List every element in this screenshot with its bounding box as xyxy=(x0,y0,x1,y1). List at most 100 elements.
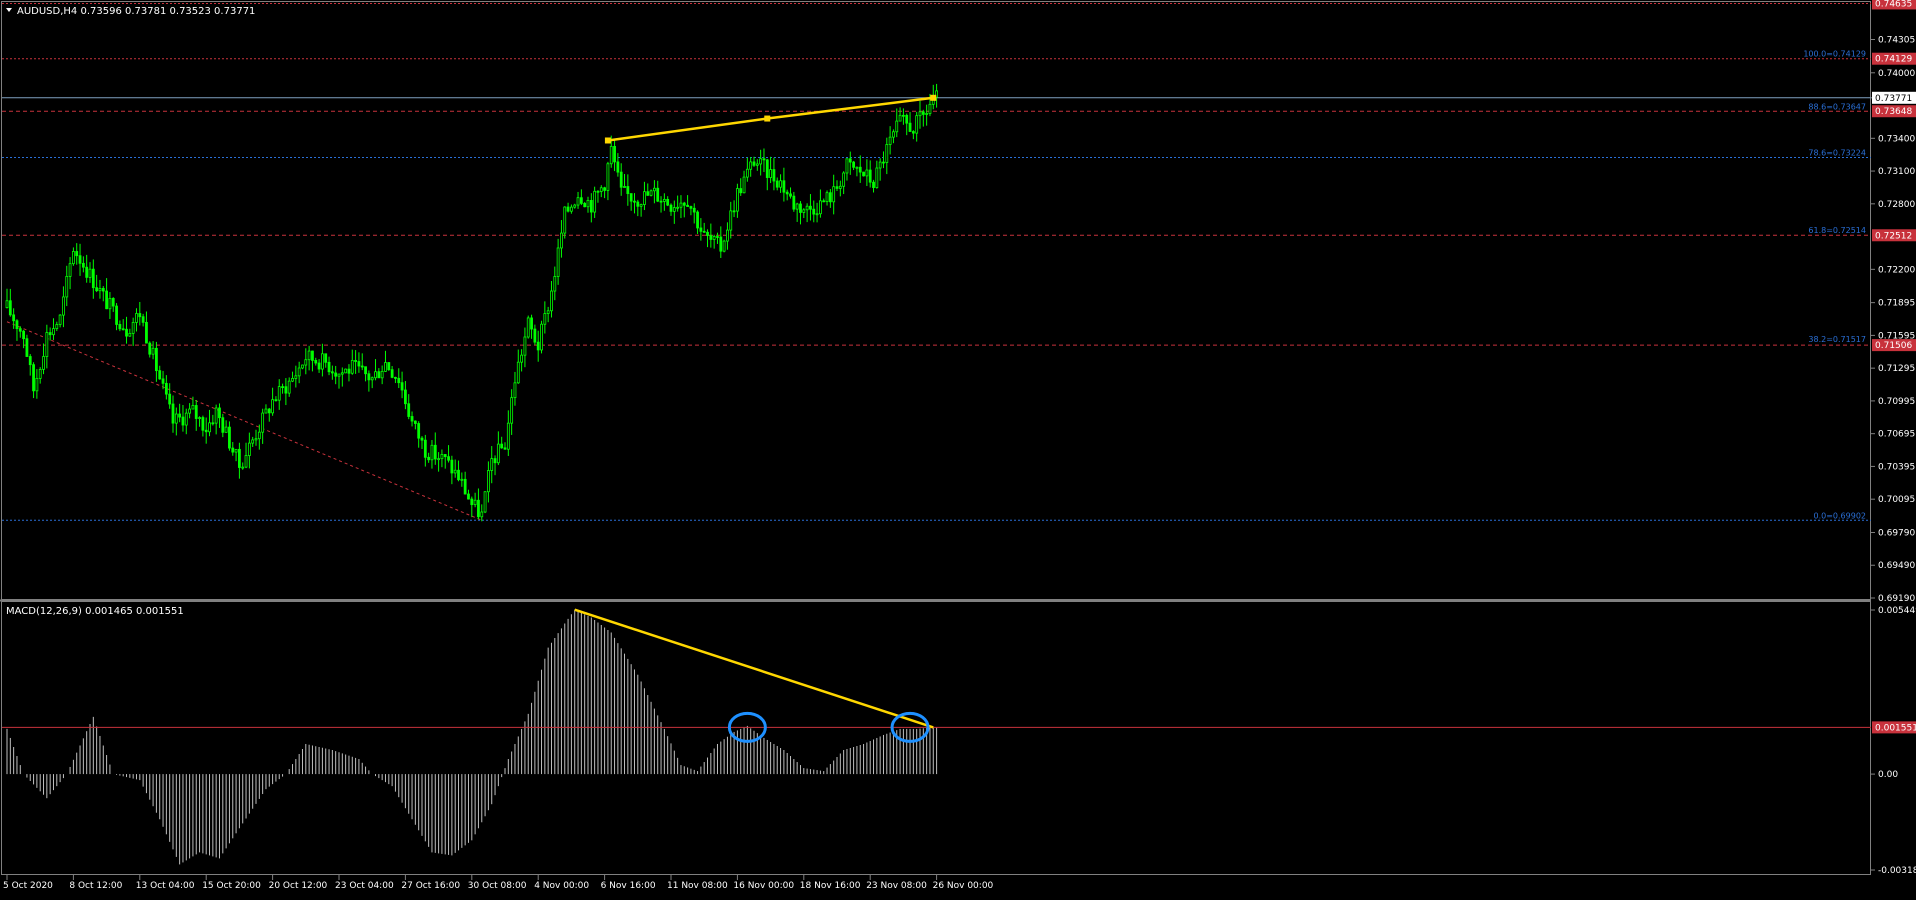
fib-level-label: 38.2=0.71517 xyxy=(1808,335,1866,344)
candle-body xyxy=(596,190,600,193)
candle-body xyxy=(231,447,235,453)
candle-body xyxy=(81,262,85,268)
time-tick-label: 16 Nov 00:00 xyxy=(733,881,794,891)
candle-body xyxy=(284,386,288,394)
candle-body xyxy=(546,310,550,315)
candles xyxy=(5,83,938,522)
candle-body xyxy=(271,399,275,414)
candle-body xyxy=(496,443,500,464)
candle-body xyxy=(556,247,560,277)
candle-body xyxy=(636,201,640,207)
candle-body xyxy=(327,361,331,373)
price-tick-label: 0.74000 xyxy=(1878,69,1915,79)
candle-body xyxy=(75,251,79,257)
dropdown-icon[interactable] xyxy=(6,8,12,12)
candle-body xyxy=(450,459,454,474)
macd-axis: 0.005449 0.00 -0.003185 0.001551 xyxy=(1871,606,1916,876)
candle-body xyxy=(154,347,158,372)
candle-body xyxy=(274,399,278,402)
candle-body xyxy=(828,192,832,203)
candle-body xyxy=(304,359,308,366)
candle-body xyxy=(526,317,530,338)
candle-body xyxy=(570,206,573,212)
candle-body xyxy=(656,187,660,202)
time-tick-label: 5 Oct 2020 xyxy=(3,881,53,891)
candle-body xyxy=(191,405,195,410)
candle-body xyxy=(480,511,484,518)
candle-body xyxy=(453,469,457,474)
candle-body xyxy=(566,206,570,212)
candle-body xyxy=(443,454,447,458)
candle-body xyxy=(8,300,12,316)
candle-body xyxy=(775,180,779,188)
candle-body xyxy=(516,361,520,384)
fib-level-label: 100.0=0.74129 xyxy=(1803,50,1866,59)
candle-body xyxy=(838,185,842,189)
price-tick-label: 0.73100 xyxy=(1878,167,1915,177)
trendline-handle xyxy=(930,94,937,101)
candle-body xyxy=(330,371,334,374)
candle-body xyxy=(174,413,178,424)
candle-body xyxy=(430,444,434,461)
candle-body xyxy=(221,417,225,433)
price-trendline[interactable] xyxy=(604,94,937,144)
candle-body xyxy=(726,229,729,242)
candle-body xyxy=(463,478,467,495)
candle-body xyxy=(437,458,441,461)
candle-body xyxy=(579,197,583,204)
trendline-handle xyxy=(764,115,771,122)
candle-body xyxy=(503,447,507,450)
candle-body xyxy=(218,407,221,419)
candle-body xyxy=(702,230,706,233)
candle-body xyxy=(297,367,301,377)
candle-body xyxy=(865,169,869,177)
candle-body xyxy=(407,403,411,417)
candle-body xyxy=(380,370,384,379)
candle-body xyxy=(736,188,739,212)
candle-body xyxy=(477,499,480,518)
fib-level-label: 88.6=0.73647 xyxy=(1808,102,1866,111)
candle-body xyxy=(194,405,198,419)
candle-body xyxy=(347,368,351,374)
candle-body xyxy=(769,169,772,178)
candle-body xyxy=(457,469,460,481)
candle-body xyxy=(825,192,829,202)
time-tick-label: 8 Oct 12:00 xyxy=(69,881,122,891)
candle-body xyxy=(619,171,623,188)
time-axis: 5 Oct 2020 8 Oct 12:00 13 Oct 04:00 15 Oct … xyxy=(3,875,994,891)
candle-body xyxy=(885,144,889,163)
candle-body xyxy=(729,210,733,231)
fib-base-line xyxy=(6,321,482,521)
candle-body xyxy=(52,328,55,336)
candle-body xyxy=(739,188,743,194)
candle-body xyxy=(244,455,248,468)
time-tick-label: 15 Oct 20:00 xyxy=(202,881,261,891)
candle-body xyxy=(719,236,723,252)
candle-body xyxy=(247,442,251,456)
candle-body xyxy=(214,407,218,424)
time-tick-label: 27 Oct 16:00 xyxy=(401,881,460,891)
candle-body xyxy=(669,204,673,212)
price-chart-svg[interactable]: 100.0=0.74129 88.6=0.73647 78.6=0.73224 61.… xyxy=(0,0,1916,896)
candle-body xyxy=(314,360,318,364)
candle-body xyxy=(676,206,680,209)
candle-body xyxy=(762,158,766,161)
candle-body xyxy=(692,207,696,213)
candle-body xyxy=(307,350,311,361)
candle-body xyxy=(22,330,26,340)
time-tick-label: 6 Nov 16:00 xyxy=(601,881,656,891)
candle-body xyxy=(921,111,925,115)
time-tick-label: 4 Nov 00:00 xyxy=(534,881,589,891)
time-tick-label: 18 Nov 16:00 xyxy=(800,881,861,891)
candle-body xyxy=(460,478,464,481)
candle-body xyxy=(682,202,686,206)
candle-body xyxy=(699,227,703,232)
candle-body xyxy=(188,408,192,414)
macd-signal-tag-label: 0.001551 xyxy=(1875,723,1916,733)
candle-body xyxy=(915,115,919,134)
candle-body xyxy=(500,443,504,449)
candle-body xyxy=(649,190,653,196)
candle-body xyxy=(609,145,613,165)
candle-body xyxy=(911,131,915,134)
candle-body xyxy=(135,313,138,323)
